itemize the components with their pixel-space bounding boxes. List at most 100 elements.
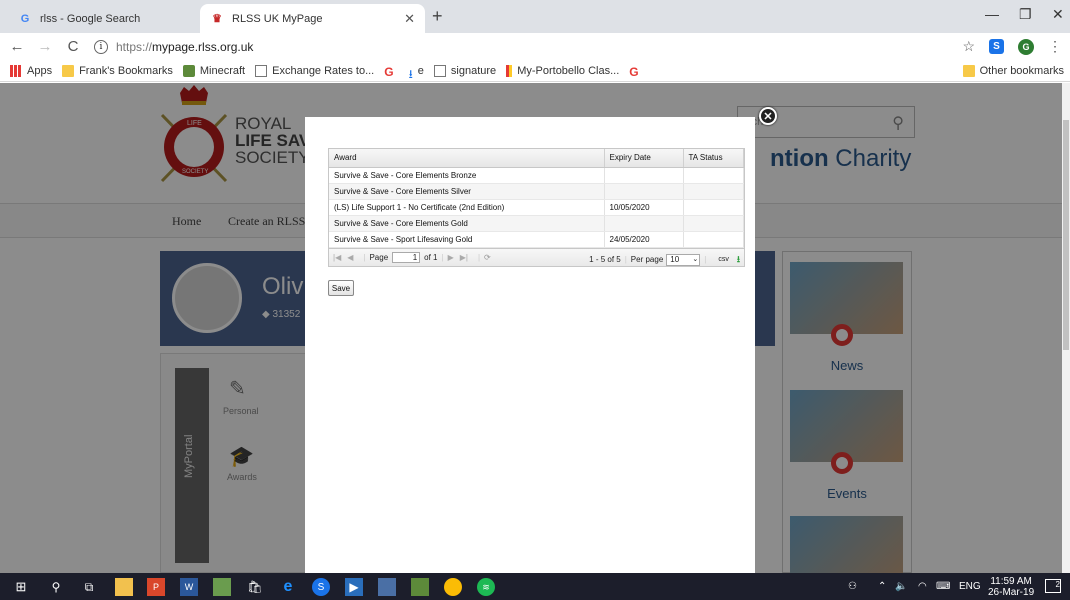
- per-page-select[interactable]: 10 ⌄: [666, 253, 701, 266]
- system-clock[interactable]: 11:59 AM 26-Mar-19: [988, 576, 1034, 598]
- last-page-icon[interactable]: ▶|: [460, 253, 468, 262]
- expiry-cell: [604, 167, 684, 184]
- keyboard-icon[interactable]: ⌨: [936, 581, 950, 592]
- profile-avatar[interactable]: G: [1018, 38, 1034, 55]
- awards-grid: Award Expiry Date TA Status Survive & Sa…: [328, 148, 745, 267]
- award-cell: Survive & Save - Sport Lifesaving Gold: [329, 231, 605, 248]
- browser-tab-strip: G rlss - Google Search ✕ ♛ RLSS UK MyPag…: [0, 0, 1070, 33]
- ta-status-cell: [683, 199, 744, 216]
- bookmark-apps[interactable]: Apps: [10, 64, 52, 77]
- menu-icon[interactable]: ⋮: [1048, 38, 1062, 55]
- per-page-value: 10: [670, 254, 680, 264]
- chevron-down-icon: ⌄: [692, 255, 699, 263]
- award-cell: Survive & Save - Core Elements Silver: [329, 183, 605, 200]
- prev-page-icon[interactable]: ◀: [347, 253, 353, 262]
- expiry-cell: 10/05/2020: [604, 199, 684, 216]
- column-header-ta-status[interactable]: TA Status: [683, 149, 744, 168]
- minecraft-icon[interactable]: [411, 578, 429, 596]
- award-cell: Survive & Save - Core Elements Gold: [329, 215, 605, 232]
- people-icon[interactable]: ⚇: [848, 581, 857, 592]
- bookmark-portobello[interactable]: My-Portobello Clas...: [506, 64, 619, 77]
- wifi-icon[interactable]: ◠: [918, 581, 927, 592]
- word-icon[interactable]: W: [180, 578, 198, 596]
- next-page-icon[interactable]: ▶: [448, 253, 454, 262]
- extension-icon[interactable]: S: [989, 39, 1004, 54]
- bookmark-label: signature: [450, 64, 497, 77]
- window-close-icon[interactable]: ✕: [1052, 6, 1064, 23]
- chevron-up-icon[interactable]: ⌃: [878, 581, 886, 592]
- expiry-cell: [604, 215, 684, 232]
- windows-taskbar: ⊞ ⚲ ⧉ P W 🛍 e S ▶ ≋ ⚇ ⌃ 🔈 ◠ ⌨ ENG 11:59 …: [0, 573, 1070, 600]
- new-tab-button[interactable]: +: [432, 6, 443, 27]
- minimize-icon[interactable]: —: [985, 6, 999, 22]
- windows-start-icon[interactable]: ⊞: [12, 578, 30, 596]
- csv-label[interactable]: csv: [718, 256, 729, 263]
- bookmark-minecraft[interactable]: Minecraft: [182, 64, 246, 77]
- flag-icon: [506, 64, 513, 77]
- tab-rlss-mypage[interactable]: ♛ RLSS UK MyPage ✕: [200, 4, 425, 33]
- bookmark-e[interactable]: ⭳ e: [409, 65, 424, 81]
- table-row[interactable]: (LS) Life Support 1 - No Certificate (2n…: [329, 199, 744, 216]
- spotify-icon[interactable]: ≋: [477, 578, 495, 596]
- info-icon[interactable]: i: [94, 39, 108, 54]
- awards-modal: Award Expiry Date TA Status Survive & Sa…: [305, 117, 755, 573]
- modal-close-icon[interactable]: ✕: [759, 107, 777, 125]
- table-row[interactable]: Survive & Save - Core Elements Bronze: [329, 167, 744, 184]
- bookmarks-bar: Apps Frank's Bookmarks Minecraft Exchang…: [0, 60, 1070, 82]
- store-icon[interactable]: 🛍: [246, 578, 264, 596]
- pager-separator: |: [363, 252, 366, 262]
- pager-right: 1 - 5 of 5 | Per page 10 ⌄ | csv ⭳: [589, 252, 740, 268]
- ta-status-cell: [683, 231, 744, 248]
- media-icon[interactable]: ▶: [345, 578, 363, 596]
- restore-icon[interactable]: ❐: [1019, 6, 1032, 23]
- search-icon[interactable]: ⚲: [47, 578, 65, 596]
- forward-icon[interactable]: →: [34, 38, 56, 55]
- column-header-expiry[interactable]: Expiry Date: [604, 149, 684, 168]
- edge-icon[interactable]: e: [279, 578, 297, 596]
- refresh-icon[interactable]: ⟳: [484, 253, 491, 262]
- table-row[interactable]: Survive & Save - Core Elements Silver: [329, 183, 744, 200]
- photos-icon[interactable]: [378, 578, 396, 596]
- task-view-icon[interactable]: ⧉: [80, 578, 98, 596]
- paint-icon[interactable]: [213, 578, 231, 596]
- bookmark-label: Minecraft: [199, 64, 246, 77]
- chrome-icon[interactable]: [444, 578, 462, 596]
- clock-date: 26-Mar-19: [988, 587, 1035, 598]
- bookmark-exchange[interactable]: Exchange Rates to...: [255, 64, 374, 77]
- expiry-cell: [604, 183, 684, 200]
- table-row[interactable]: Survive & Save - Core Elements Gold: [329, 215, 744, 232]
- back-icon[interactable]: ←: [6, 38, 28, 55]
- bookmark-google[interactable]: G: [384, 65, 398, 79]
- bookmark-star-icon[interactable]: ☆: [962, 38, 975, 55]
- pager-separator: |: [624, 255, 627, 264]
- expiry-cell: 24/05/2020: [604, 231, 684, 248]
- skype-icon[interactable]: S: [312, 578, 330, 596]
- url-host: mypage.rlss.org.uk: [152, 39, 254, 54]
- award-cell: Survive & Save - Core Elements Bronze: [329, 167, 605, 184]
- page-number-input[interactable]: 1: [392, 251, 421, 263]
- save-button[interactable]: Save: [328, 280, 354, 296]
- page-icon: [433, 64, 446, 77]
- other-bookmarks[interactable]: Other bookmarks: [962, 64, 1064, 77]
- url-scheme: https://: [116, 39, 153, 54]
- file-explorer-icon[interactable]: [115, 578, 133, 596]
- bookmark-signature[interactable]: signature: [433, 64, 497, 77]
- url-field[interactable]: i https://mypage.rlss.org.uk: [94, 39, 254, 54]
- tab-title: RLSS UK MyPage: [232, 12, 323, 25]
- close-icon[interactable]: ✕: [404, 11, 415, 27]
- first-page-icon[interactable]: |◀: [333, 253, 341, 262]
- column-header-award[interactable]: Award: [329, 149, 605, 168]
- language-indicator[interactable]: ENG: [959, 581, 981, 592]
- page-scrollbar-thumb[interactable]: [1063, 120, 1069, 350]
- reload-icon[interactable]: C: [62, 38, 84, 55]
- download-icon[interactable]: ⭳: [737, 252, 740, 268]
- powerpoint-icon[interactable]: P: [147, 578, 165, 596]
- bookmark-franks[interactable]: Frank's Bookmarks: [62, 64, 173, 77]
- google-icon: G: [629, 64, 639, 79]
- clock-time: 11:59 AM: [990, 576, 1032, 587]
- notification-icon[interactable]: 2: [1045, 579, 1061, 593]
- volume-icon[interactable]: 🔈: [895, 581, 907, 592]
- page-of-label: of 1: [424, 252, 438, 262]
- table-row[interactable]: Survive & Save - Sport Lifesaving Gold 2…: [329, 231, 744, 248]
- bookmark-google-2[interactable]: G: [629, 64, 643, 79]
